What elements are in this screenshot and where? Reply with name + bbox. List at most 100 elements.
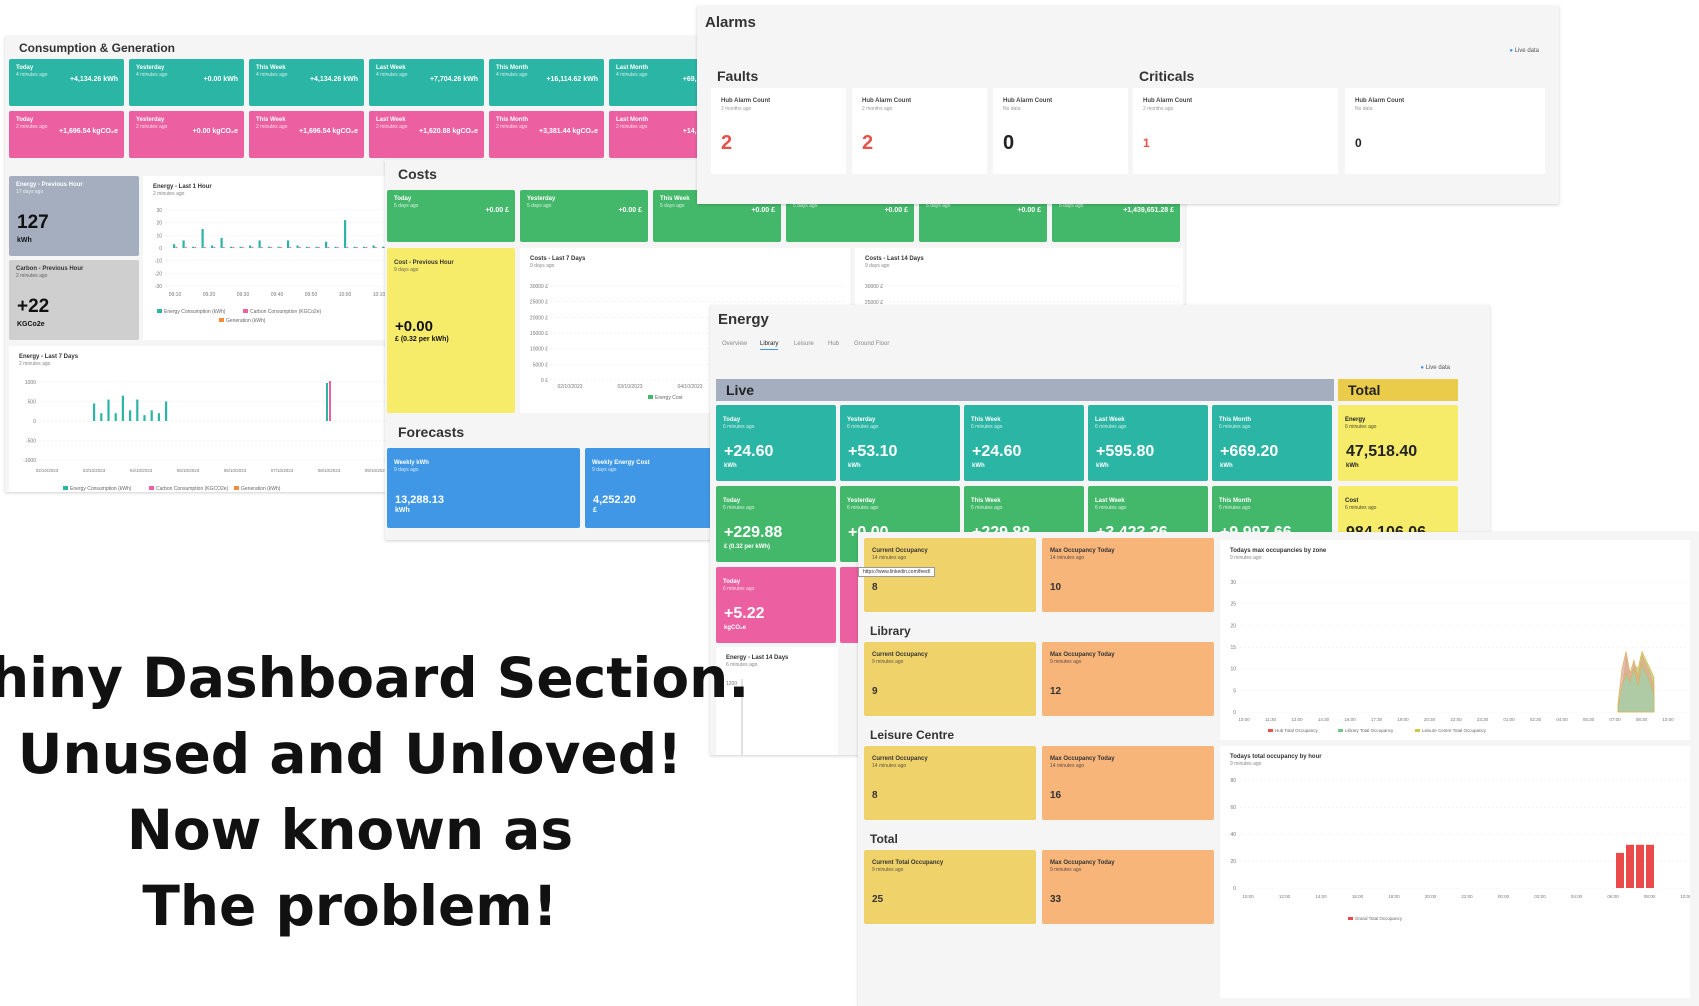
energy-live-data-indicator: ● Live data	[1420, 365, 1450, 371]
energy-previous-hour-tile[interactable]: Energy - Previous Hour 17 days ago 127 k…	[9, 176, 139, 256]
axis-tick-label: 20	[1230, 859, 1236, 865]
energy-tile-5[interactable]: Last Month4 minutes ago+69,559.84	[609, 59, 705, 106]
tab-overview[interactable]: Overview	[722, 341, 747, 347]
hub-alarm-count-card-3[interactable]: Hub Alarm Count 2 months ago 1	[1133, 88, 1338, 174]
energy-bar	[182, 240, 185, 248]
carbon-bar	[346, 247, 349, 248]
axis-tick-label: 14:00	[1315, 894, 1327, 899]
axis-tick-label: 09:40	[271, 292, 284, 298]
occupancy-max-tile-1[interactable]: Max Occupancy Today 9 minutes ago 12	[1042, 642, 1214, 716]
axis-tick-label: 22:00	[1461, 894, 1473, 899]
carbon-tile-2[interactable]: This Week 2 minutes ago +1,696.54 kgCO₂e	[249, 111, 364, 158]
carbon-tile-1[interactable]: Yesterday 2 minutes ago +0.00 kgCO₂e	[129, 111, 244, 158]
legend-swatch	[219, 318, 224, 322]
tab-hub[interactable]: Hub	[828, 341, 839, 347]
energy-bar	[129, 410, 132, 421]
energy-tile-0[interactable]: Today 4 minutes ago +4,134.26 kWh	[9, 59, 124, 106]
carbon-tile-4[interactable]: This Month 2 minutes ago +3,381.44 kgCO₂e	[489, 111, 604, 158]
carbon-bar	[289, 247, 292, 248]
axis-tick-label: 18:00	[1388, 894, 1400, 899]
carbon-tile-3[interactable]: Last Week 2 minutes ago +1,620.88 kgCO₂e	[369, 111, 484, 158]
legend-carbon: Carbon Consumption (KGCo2e)	[250, 309, 321, 315]
legend-energy: Energy Consumption (kWh)	[164, 309, 226, 315]
occupancy-cur-tile-2[interactable]: Current Occupancy 14 minutes ago 8	[864, 746, 1036, 820]
energy-tile-4[interactable]: This Month 4 minutes ago +16,114.62 kWh	[489, 59, 604, 106]
legend-energy: Energy Consumption (kWh)	[70, 486, 132, 492]
energy-live-tile-4[interactable]: This Month 6 minutes ago +669.20 kWh	[1212, 405, 1332, 481]
hub-alarm-count-card-1[interactable]: Hub Alarm Count 2 months ago 2	[852, 88, 987, 174]
axis-tick-label: 04/10/2023	[130, 468, 153, 473]
criticals-title: Criticals	[1139, 68, 1195, 84]
axis-tick-label: 15	[1230, 645, 1236, 651]
axis-tick-label: 09:20	[203, 292, 216, 298]
energy-live-tile-2[interactable]: This Week 6 minutes ago +24.60 kWh	[964, 405, 1084, 481]
hub-alarm-count-card-4[interactable]: Hub Alarm Count No data 0	[1345, 88, 1545, 174]
axis-tick-label: -500	[26, 439, 36, 445]
energy-bar	[230, 246, 233, 248]
energy-tile-2[interactable]: This Week 4 minutes ago +4,134.26 kWh	[249, 59, 364, 106]
tab-ground-floor[interactable]: Ground Floor	[854, 341, 889, 347]
occupancy-cur-tile-1[interactable]: Current Occupancy 9 minutes ago 9	[864, 642, 1036, 716]
legend-swatch	[63, 486, 68, 490]
carbon-tile-5[interactable]: Last Month2 minutes ago+14,558.19	[609, 111, 705, 158]
axis-tick-label: 03/10/2023	[617, 384, 642, 390]
cost-tile-1[interactable]: Yesterday 5 days ago +0.00 £	[520, 190, 648, 242]
axis-tick-label: 0	[159, 246, 162, 252]
energy-tile-1[interactable]: Yesterday 4 minutes ago +0.00 kWh	[129, 59, 244, 106]
hub-alarm-count-card-2[interactable]: Hub Alarm Count No data 0	[993, 88, 1128, 174]
carbon-live-tile-0[interactable]: Today 6 minutes ago +5.22 kgCO₂e	[716, 567, 836, 643]
axis-tick-label: 25	[1230, 602, 1236, 608]
energy-tile-3[interactable]: Last Week 4 minutes ago +7,704.26 kWh	[369, 59, 484, 106]
caption-line-3: Now known as	[126, 798, 574, 862]
axis-tick-label: 14:30	[1318, 717, 1330, 722]
cost-previous-hour-tile[interactable]: Cost - Previous Hour 9 days ago +0.00 £ …	[387, 248, 515, 413]
tab-leisure[interactable]: Leisure	[794, 341, 814, 347]
occupancy-max-tile-2[interactable]: Max Occupancy Today 14 minutes ago 16	[1042, 746, 1214, 820]
forecast-tile-0[interactable]: Weekly kWh 9 days ago 13,288.13 kWh	[387, 448, 580, 528]
axis-tick-label: 02:00	[1534, 894, 1546, 899]
carbon-bar	[280, 247, 282, 248]
tab-library[interactable]: Library	[760, 341, 779, 350]
energy-bar	[277, 246, 280, 248]
legend-generation: Generation (kWh)	[226, 318, 266, 324]
link-tooltip: https://www.linkedin.com/feed/	[858, 567, 936, 577]
carbon-bar	[175, 247, 178, 248]
costs-title: Costs	[398, 166, 437, 182]
chart-1h-plot: 30 20 10 0 -10 -20 -30 09:10 09:20 09:30 09:40 09:5…	[155, 208, 396, 324]
cost-live-tile-0[interactable]: Today 6 minutes ago +229.88 £ (0.32 per kWh…	[716, 486, 836, 562]
forecasts-title: Forecasts	[398, 424, 465, 440]
energy-total-tile[interactable]: Energy 6 minutes ago 47,518.40 kWh	[1338, 405, 1458, 481]
occupancy-cur-tile-3[interactable]: Current Total Occupancy 9 minutes ago 25	[864, 850, 1036, 924]
energy-bar	[211, 245, 214, 248]
carbon-bar	[242, 247, 244, 248]
axis-tick-label: 07:00	[1609, 717, 1621, 722]
hub-alarm-count-card-0[interactable]: Hub Alarm Count 2 months ago 2	[711, 88, 846, 174]
axis-tick-label: 08:30	[1636, 717, 1648, 722]
energy-bar	[296, 245, 299, 248]
occupancy-bar	[1636, 844, 1644, 888]
carbon-previous-hour-tile[interactable]: Carbon - Previous Hour 2 minutes ago +22…	[9, 260, 139, 340]
axis-tick-label: -10	[155, 259, 162, 265]
legend-leisure: Leisure Centre Total Occupancy	[1422, 728, 1487, 733]
panel-title: Consumption & Generation	[19, 41, 175, 55]
energy-live-tile-3[interactable]: Last Week 6 minutes ago +595.80 kWh	[1088, 405, 1208, 481]
occupancy-max-tile-0[interactable]: Max Occupancy Today 14 minutes ago 10	[1042, 538, 1214, 612]
cost-tile-0[interactable]: Today 5 days ago +0.00 £	[387, 190, 515, 242]
carbon-tile-0[interactable]: Today 2 minutes ago +1,696.54 kgCO₂e	[9, 111, 124, 158]
energy-bar	[150, 410, 153, 421]
axis-tick-label: 10	[156, 233, 162, 239]
axis-tick-label: 19:00	[1397, 717, 1409, 722]
axis-tick-label: 03/10/2023	[83, 468, 106, 473]
energy-live-tile-1[interactable]: Yesterday 6 minutes ago +53.10 kWh	[840, 405, 960, 481]
axis-tick-label: 30	[156, 208, 162, 214]
axis-tick-label: 16:00	[1352, 894, 1364, 899]
occupancy-bar	[1626, 844, 1634, 888]
legend-swatch	[157, 309, 162, 313]
axis-tick-label: 01:00	[1503, 717, 1515, 722]
energy-live-tile-0[interactable]: Today 6 minutes ago +24.60 kWh	[716, 405, 836, 481]
live-dot-icon: ●	[1509, 48, 1513, 54]
energy-bar	[173, 244, 176, 248]
axis-tick-label: -1000	[23, 458, 36, 464]
occupancy-section-title: Leisure Centre	[870, 728, 955, 742]
occupancy-max-tile-3[interactable]: Max Occupancy Today 9 minutes ago 33	[1042, 850, 1214, 924]
